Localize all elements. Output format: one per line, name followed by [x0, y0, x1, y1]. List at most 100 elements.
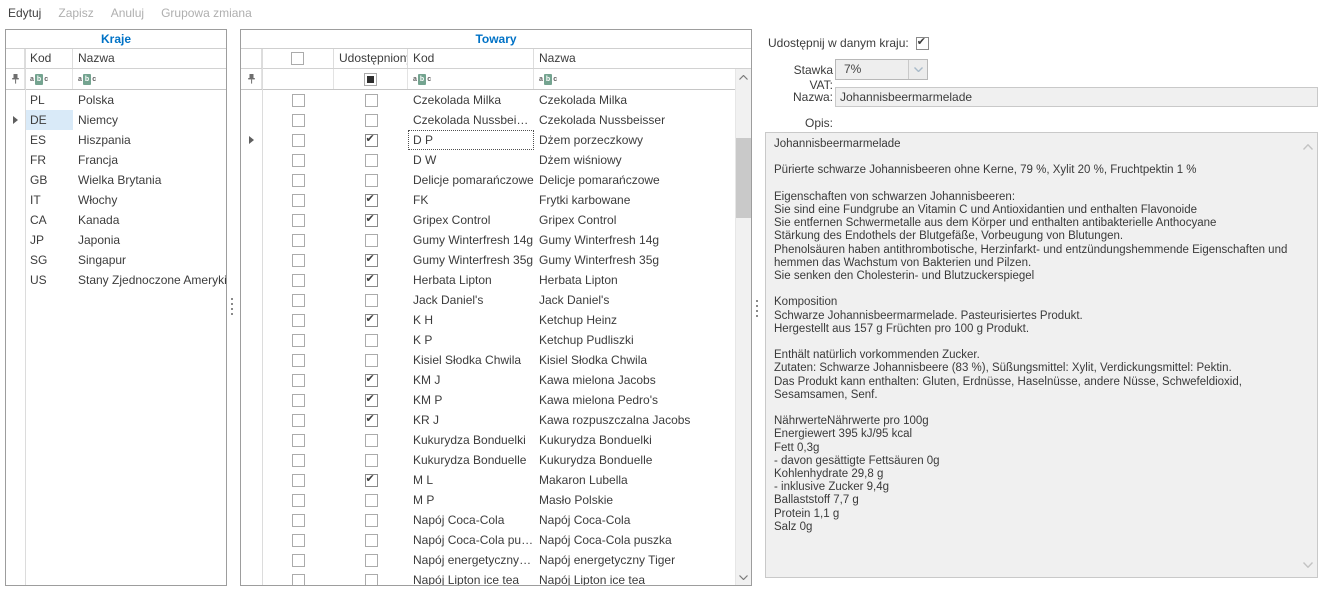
kraje-column-header-kod[interactable]: Kod — [25, 49, 73, 68]
row-select-cell[interactable] — [262, 350, 334, 370]
row-select-checkbox[interactable] — [292, 334, 305, 347]
scroll-down-arrow-icon[interactable] — [736, 569, 751, 585]
udostepniony-cell[interactable] — [334, 310, 408, 330]
towary-row[interactable]: Napój energetyczny TigerNapój energetycz… — [241, 550, 735, 570]
udostepniony-cell[interactable] — [334, 290, 408, 310]
udostepniony-checkbox[interactable] — [365, 534, 378, 547]
row-select-checkbox[interactable] — [292, 394, 305, 407]
kraje-row[interactable]: JPJaponia — [6, 230, 226, 250]
towary-kod-cell[interactable]: Gumy Winterfresh 35g — [408, 250, 534, 270]
udostepniony-checkbox[interactable] — [365, 514, 378, 527]
kraje-nazwa-cell[interactable]: Wielka Brytania — [73, 170, 226, 190]
kraje-nazwa-cell[interactable]: Francja — [73, 150, 226, 170]
udostepniony-checkbox[interactable] — [365, 294, 378, 307]
udostepniony-checkbox[interactable] — [365, 554, 378, 567]
udostepniony-checkbox[interactable] — [365, 274, 378, 287]
kraje-nazwa-cell[interactable]: Niemcy — [73, 110, 226, 130]
towary-nazwa-cell[interactable]: Gumy Winterfresh 14g — [534, 230, 735, 250]
row-select-checkbox[interactable] — [292, 154, 305, 167]
towary-row[interactable]: Kisiel Słodka ChwilaKisiel Słodka Chwila — [241, 350, 735, 370]
towary-row[interactable]: KM JKawa mielona Jacobs — [241, 370, 735, 390]
row-select-cell[interactable] — [262, 490, 334, 510]
name-field[interactable] — [835, 87, 1318, 107]
towary-nazwa-cell[interactable]: Kisiel Słodka Chwila — [534, 350, 735, 370]
udostepniony-cell[interactable] — [334, 370, 408, 390]
towary-nazwa-cell[interactable]: Makaron Lubella — [534, 470, 735, 490]
towary-kod-cell[interactable]: Kukurydza Bonduelki — [408, 430, 534, 450]
towary-nazwa-cell[interactable]: Ketchup Pudliszki — [534, 330, 735, 350]
towary-nazwa-cell[interactable]: Gumy Winterfresh 35g — [534, 250, 735, 270]
towary-nazwa-cell[interactable]: Kukurydza Bonduelle — [534, 450, 735, 470]
udostepniony-checkbox[interactable] — [365, 434, 378, 447]
towary-kod-cell[interactable]: M P — [408, 490, 534, 510]
towary-row[interactable]: K HKetchup Heinz — [241, 310, 735, 330]
towary-nazwa-cell[interactable]: Masło Polskie — [534, 490, 735, 510]
udostepniony-cell[interactable] — [334, 430, 408, 450]
udostepniony-cell[interactable] — [334, 490, 408, 510]
towary-nazwa-cell[interactable]: Czekolada Nussbeisser — [534, 110, 735, 130]
towary-kod-cell[interactable]: FK — [408, 190, 534, 210]
towary-row[interactable]: Herbata LiptonHerbata Lipton — [241, 270, 735, 290]
towary-nazwa-cell[interactable]: Kawa mielona Pedro's — [534, 390, 735, 410]
towary-kod-cell[interactable]: Napój Lipton ice tea — [408, 570, 534, 585]
row-select-cell[interactable] — [262, 230, 334, 250]
row-select-cell[interactable] — [262, 510, 334, 530]
towary-nazwa-cell[interactable]: Jack Daniel's — [534, 290, 735, 310]
scroll-up-arrow-icon[interactable] — [736, 69, 751, 85]
towary-row[interactable]: Gripex ControlGripex Control — [241, 210, 735, 230]
kraje-row[interactable]: GBWielka Brytania — [6, 170, 226, 190]
towary-nazwa-cell[interactable]: Czekolada Milka — [534, 90, 735, 110]
row-select-checkbox[interactable] — [292, 554, 305, 567]
udostepniony-cell[interactable] — [334, 470, 408, 490]
udostepniony-cell[interactable] — [334, 150, 408, 170]
towary-row[interactable]: M PMasło Polskie — [241, 490, 735, 510]
towary-nazwa-cell[interactable]: Napój Coca-Cola puszka — [534, 530, 735, 550]
towary-row[interactable]: Napój Coca-ColaNapój Coca-Cola — [241, 510, 735, 530]
udostepniony-cell[interactable] — [334, 130, 408, 150]
kraje-row[interactable]: USStany Zjednoczone Ameryki — [6, 270, 226, 290]
towary-filter-select[interactable] — [262, 69, 334, 89]
udostepniony-checkbox[interactable] — [365, 334, 378, 347]
towary-kod-cell[interactable]: K P — [408, 330, 534, 350]
towary-kod-cell[interactable]: Napój energetyczny Tiger — [408, 550, 534, 570]
towary-nazwa-cell[interactable]: Frytki karbowane — [534, 190, 735, 210]
udostepniony-checkbox[interactable] — [365, 214, 378, 227]
udostepniony-cell[interactable] — [334, 350, 408, 370]
row-select-checkbox[interactable] — [292, 174, 305, 187]
row-select-cell[interactable] — [262, 190, 334, 210]
row-select-checkbox[interactable] — [292, 134, 305, 147]
towary-nazwa-cell[interactable]: Napój energetyczny Tiger — [534, 550, 735, 570]
towary-row[interactable]: M LMakaron Lubella — [241, 470, 735, 490]
udostepniony-cell[interactable] — [334, 450, 408, 470]
row-select-checkbox[interactable] — [292, 214, 305, 227]
row-select-checkbox[interactable] — [292, 494, 305, 507]
udostepniony-checkbox[interactable] — [365, 374, 378, 387]
kraje-kod-cell[interactable]: SG — [25, 250, 73, 270]
towary-nazwa-cell[interactable]: Herbata Lipton — [534, 270, 735, 290]
towary-kod-cell[interactable]: Jack Daniel's — [408, 290, 534, 310]
kraje-nazwa-cell[interactable]: Polska — [73, 90, 226, 110]
towary-kod-cell[interactable]: KR J — [408, 410, 534, 430]
udostepniony-checkbox[interactable] — [365, 414, 378, 427]
row-select-checkbox[interactable] — [292, 474, 305, 487]
row-select-cell[interactable] — [262, 250, 334, 270]
udostepniony-cell[interactable] — [334, 90, 408, 110]
row-select-cell[interactable] — [262, 90, 334, 110]
towary-kod-cell[interactable]: Kisiel Słodka Chwila — [408, 350, 534, 370]
towary-row[interactable]: Napój Coca-Cola puszkaNapój Coca-Cola pu… — [241, 530, 735, 550]
row-select-checkbox[interactable] — [292, 294, 305, 307]
row-select-checkbox[interactable] — [292, 94, 305, 107]
menu-item-edytuj[interactable]: Edytuj — [8, 6, 50, 20]
row-select-cell[interactable] — [262, 330, 334, 350]
udostepniony-cell[interactable] — [334, 410, 408, 430]
row-select-cell[interactable] — [262, 110, 334, 130]
row-select-checkbox[interactable] — [292, 354, 305, 367]
row-select-checkbox[interactable] — [292, 314, 305, 327]
udostepniony-cell[interactable] — [334, 330, 408, 350]
row-select-cell[interactable] — [262, 410, 334, 430]
kraje-kod-cell[interactable]: PL — [25, 90, 73, 110]
towary-nazwa-cell[interactable]: Ketchup Heinz — [534, 310, 735, 330]
towary-nazwa-cell[interactable]: Delicje pomarańczowe — [534, 170, 735, 190]
row-select-cell[interactable] — [262, 530, 334, 550]
towary-row[interactable]: D WDżem wiśniowy — [241, 150, 735, 170]
